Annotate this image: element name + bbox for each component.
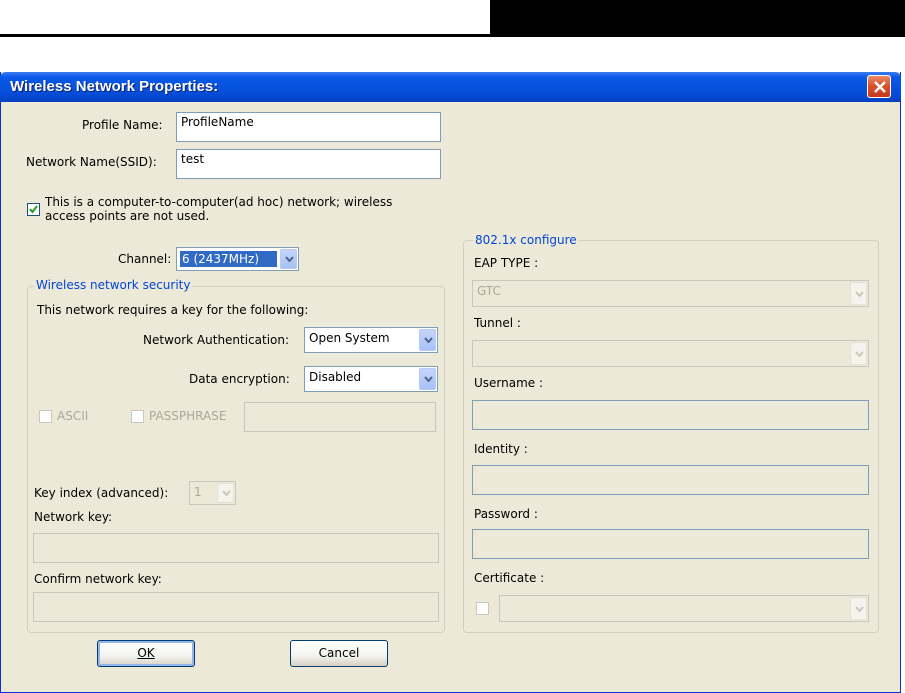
confirm-network-key-label: Confirm network key:: [34, 572, 162, 586]
network-key-label: Network key:: [34, 510, 113, 524]
checkmark-icon: [29, 205, 38, 214]
close-button[interactable]: [867, 75, 891, 98]
data-encryption-value: Disabled: [309, 370, 362, 384]
adhoc-label-line2: access points are not used.: [45, 209, 210, 223]
dot1x-group-title: 802.1x configure: [473, 233, 579, 247]
password-input[interactable]: [472, 529, 869, 559]
key-index-label: Key index (advanced):: [34, 486, 169, 500]
auth-dropdown-button[interactable]: [419, 329, 436, 351]
certificate-select[interactable]: [499, 595, 869, 622]
chevron-down-icon: [222, 490, 231, 496]
channel-select[interactable]: 6 (2437MHz): [176, 247, 299, 271]
adhoc-checkbox[interactable]: [27, 203, 40, 216]
wireless-security-group-title: Wireless network security: [34, 278, 193, 292]
network-authentication-label: Network Authentication:: [143, 333, 290, 347]
certificate-checkbox[interactable]: [476, 602, 489, 615]
passphrase-label: PASSPHRASE: [149, 409, 227, 423]
certificate-dropdown-button[interactable]: [850, 597, 867, 620]
chevron-down-icon: [855, 291, 864, 297]
data-encryption-label: Data encryption:: [189, 372, 290, 386]
security-intro-text: This network requires a key for the foll…: [37, 303, 309, 317]
password-label: Password :: [474, 507, 538, 521]
username-label: Username :: [474, 376, 544, 390]
page-header-block: [490, 0, 905, 34]
eap-type-value: GTC: [477, 284, 501, 298]
chevron-down-icon: [285, 256, 294, 262]
passphrase-checkbox[interactable]: [131, 410, 144, 423]
channel-dropdown-button[interactable]: [280, 249, 297, 269]
tunnel-label: Tunnel :: [474, 316, 521, 330]
network-authentication-value: Open System: [309, 331, 390, 345]
ascii-checkbox[interactable]: [39, 410, 52, 423]
channel-label: Channel:: [118, 252, 172, 266]
data-encryption-select[interactable]: Disabled: [304, 366, 438, 392]
network-key-input[interactable]: [33, 533, 439, 563]
channel-selected-value: 6 (2437MHz): [180, 251, 277, 267]
identity-input[interactable]: [472, 465, 869, 495]
close-icon: [874, 81, 886, 93]
ok-button-label: OK: [137, 646, 155, 660]
cancel-button-label: Cancel: [318, 646, 360, 660]
profile-name-label: Profile Name:: [82, 118, 163, 132]
tunnel-select[interactable]: [472, 340, 869, 367]
eap-type-dropdown-button[interactable]: [850, 282, 867, 305]
page-header-rule: [0, 34, 905, 37]
cancel-button[interactable]: Cancel: [290, 640, 388, 667]
eap-type-label: EAP TYPE :: [474, 256, 539, 270]
key-index-dropdown-button[interactable]: [217, 483, 234, 503]
ascii-label: ASCII: [57, 409, 89, 423]
chevron-down-icon: [855, 606, 864, 612]
ssid-input[interactable]: test: [176, 149, 441, 179]
ok-button[interactable]: OK: [97, 640, 195, 667]
confirm-network-key-input[interactable]: [33, 592, 439, 622]
ssid-label: Network Name(SSID):: [26, 155, 157, 169]
identity-label: Identity :: [474, 442, 528, 456]
passphrase-input[interactable]: [244, 402, 436, 432]
tunnel-dropdown-button[interactable]: [850, 342, 867, 365]
chevron-down-icon: [855, 351, 864, 357]
username-input[interactable]: [472, 400, 869, 430]
network-authentication-select[interactable]: Open System: [304, 327, 438, 353]
dialog-title: Wireless Network Properties:: [10, 78, 219, 95]
certificate-label: Certificate :: [474, 571, 545, 585]
chevron-down-icon: [424, 337, 433, 343]
chevron-down-icon: [424, 376, 433, 382]
encryption-dropdown-button[interactable]: [419, 368, 436, 390]
key-index-select[interactable]: 1: [189, 481, 236, 505]
eap-type-select[interactable]: GTC: [472, 280, 869, 307]
adhoc-label-line1: This is a computer-to-computer(ad hoc) n…: [45, 195, 393, 209]
profile-name-input[interactable]: ProfileName: [176, 112, 441, 142]
key-index-value: 1: [194, 485, 202, 499]
